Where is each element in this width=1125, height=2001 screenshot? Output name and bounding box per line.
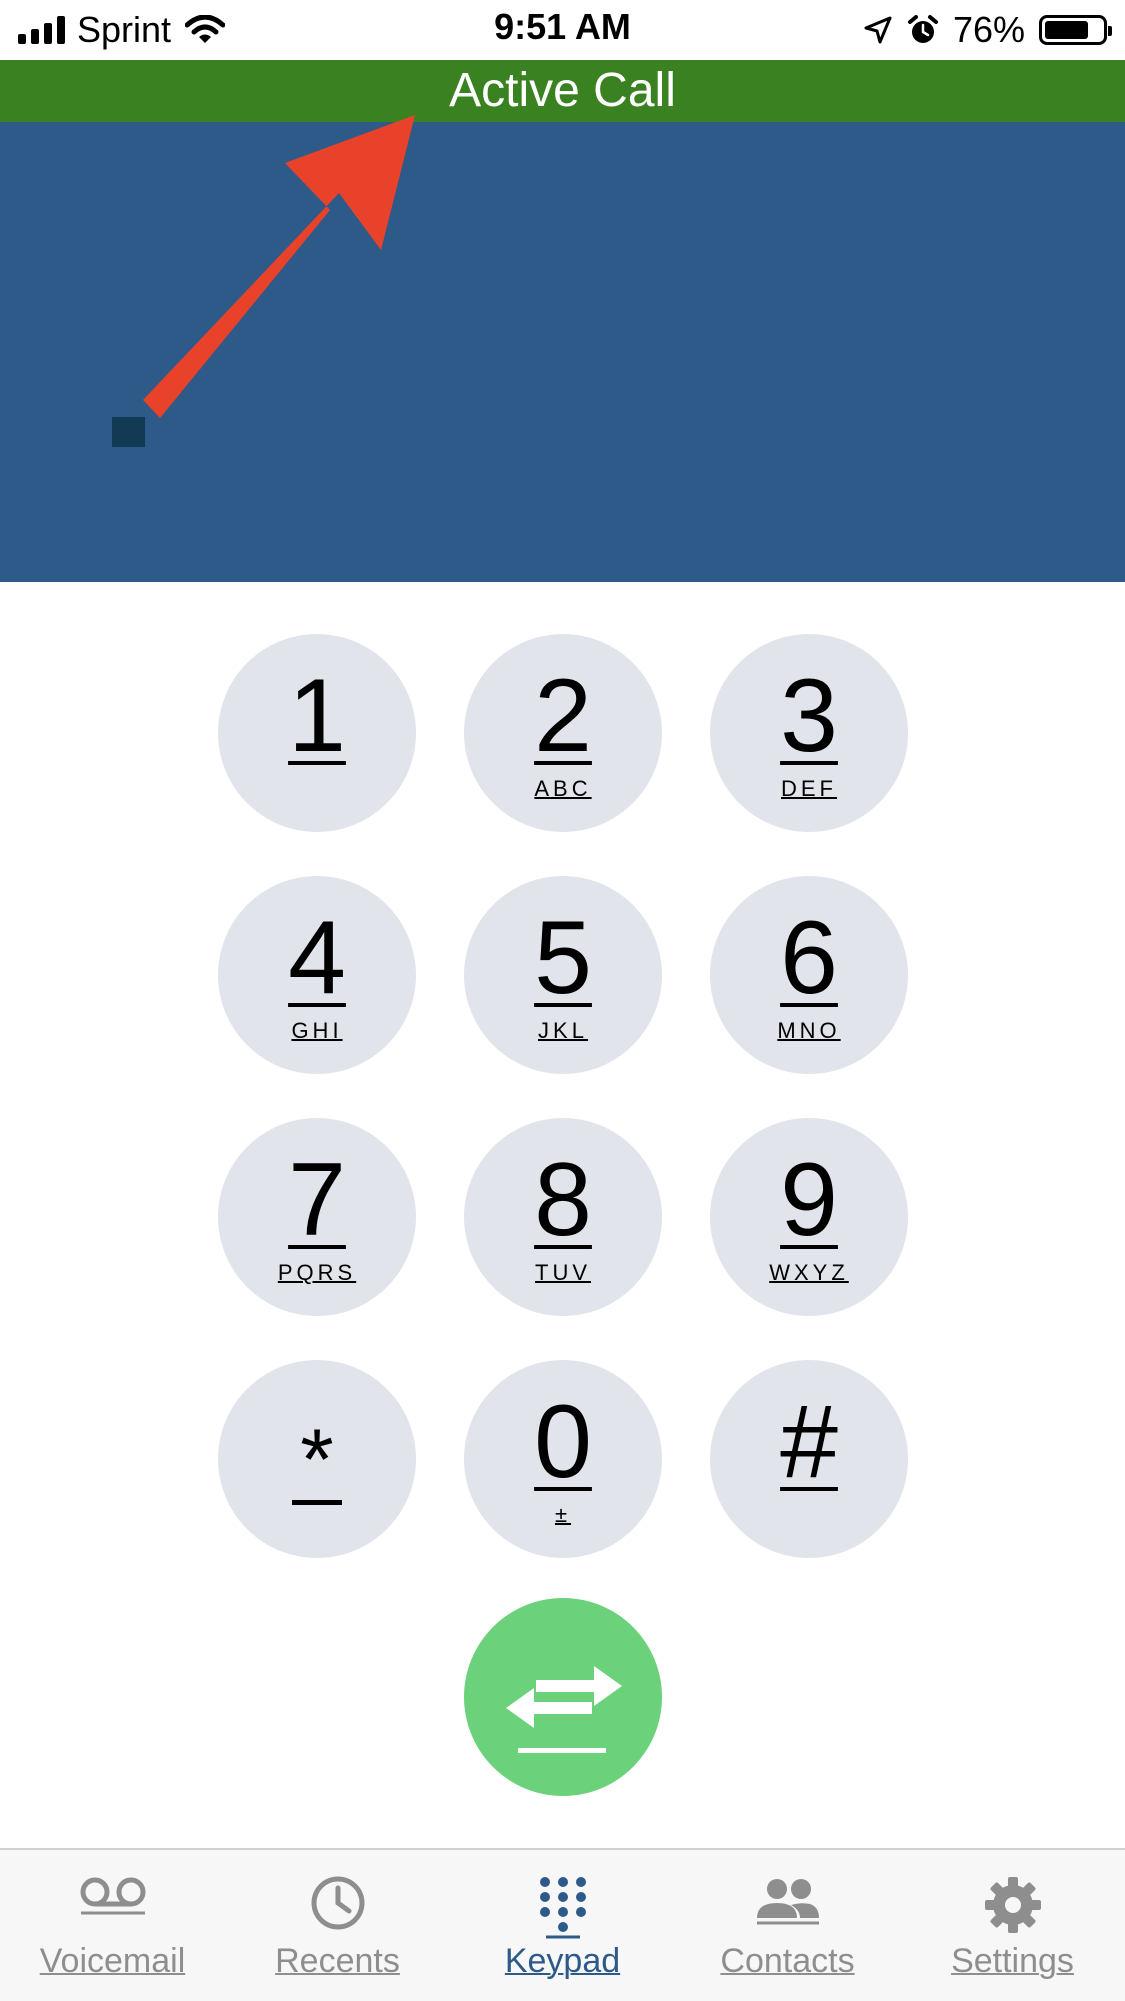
- transfer-arrows-icon: [506, 1666, 622, 1753]
- key-digit: 4: [288, 900, 346, 1016]
- key-digit: #: [780, 1384, 838, 1500]
- key-5-button[interactable]: 5 JKL: [464, 876, 662, 1074]
- tab-recents[interactable]: Recents: [225, 1850, 450, 2001]
- key-digit: 3: [780, 658, 838, 774]
- key-digit: 9: [780, 1142, 838, 1258]
- keypad-icon: [538, 1876, 588, 1945]
- key-letters: WXYZ: [769, 1260, 849, 1285]
- annotation-arrow-icon: [143, 115, 415, 418]
- key-digit: 6: [780, 900, 838, 1016]
- key-digit: 8: [534, 1142, 592, 1258]
- key-star-button[interactable]: *: [218, 1360, 416, 1558]
- key-4-button[interactable]: 4 GHI: [218, 876, 416, 1074]
- key-letters: JKL: [538, 1018, 588, 1043]
- key-letters: MNO: [777, 1018, 841, 1043]
- keypad: 1 2 ABC 3 DEF 4 GHI 5 JKL 6 MNO 7 PQRS 8 TUV 9 WXYZ * 0 ± #: [218, 634, 908, 1796]
- tab-keypad[interactable]: Keypad: [450, 1850, 675, 2001]
- clock-icon: [309, 1876, 367, 1939]
- tab-contacts[interactable]: Contacts: [675, 1850, 900, 2001]
- key-8-button[interactable]: 8 TUV: [464, 1118, 662, 1316]
- tab-label: Contacts: [720, 1942, 855, 1980]
- key-6-button[interactable]: 6 MNO: [710, 876, 908, 1074]
- key-letters: ABC: [534, 776, 592, 801]
- tab-label: Voicemail: [39, 1942, 186, 1980]
- key-letters: ±: [554, 1502, 572, 1527]
- key-9-button[interactable]: 9 WXYZ: [710, 1118, 908, 1316]
- key-letters: DEF: [781, 776, 837, 801]
- key-letters: PQRS: [277, 1260, 357, 1285]
- tab-voicemail[interactable]: Voicemail: [0, 1850, 225, 2001]
- key-0-button[interactable]: 0 ±: [464, 1360, 662, 1558]
- tab-label: Settings: [951, 1942, 1074, 1980]
- contacts-icon: [755, 1876, 821, 1931]
- key-hash-button[interactable]: #: [710, 1360, 908, 1558]
- key-1-button[interactable]: 1: [218, 634, 416, 832]
- key-digit: 2: [534, 658, 592, 774]
- key-digit: 0: [534, 1384, 592, 1500]
- tab-bar: Voicemail Recents Keypad Contacts Settin…: [0, 1848, 1125, 2001]
- key-digit: 1: [288, 658, 346, 774]
- transfer-call-button[interactable]: [464, 1598, 662, 1796]
- tab-label: Keypad: [504, 1942, 621, 1980]
- key-letters: TUV: [535, 1260, 591, 1285]
- key-underline: [292, 1500, 342, 1505]
- key-digit: *: [300, 1412, 334, 1508]
- key-2-button[interactable]: 2 ABC: [464, 634, 662, 832]
- key-7-button[interactable]: 7 PQRS: [218, 1118, 416, 1316]
- gear-icon: [984, 1876, 1042, 1939]
- key-digit: 7: [288, 1142, 346, 1258]
- key-3-button[interactable]: 3 DEF: [710, 634, 908, 832]
- tab-label: Recents: [275, 1942, 400, 1980]
- voicemail-icon: [79, 1876, 147, 1921]
- key-digit: 5: [534, 900, 592, 1016]
- tab-settings[interactable]: Settings: [900, 1850, 1125, 2001]
- key-letters: GHI: [291, 1018, 343, 1043]
